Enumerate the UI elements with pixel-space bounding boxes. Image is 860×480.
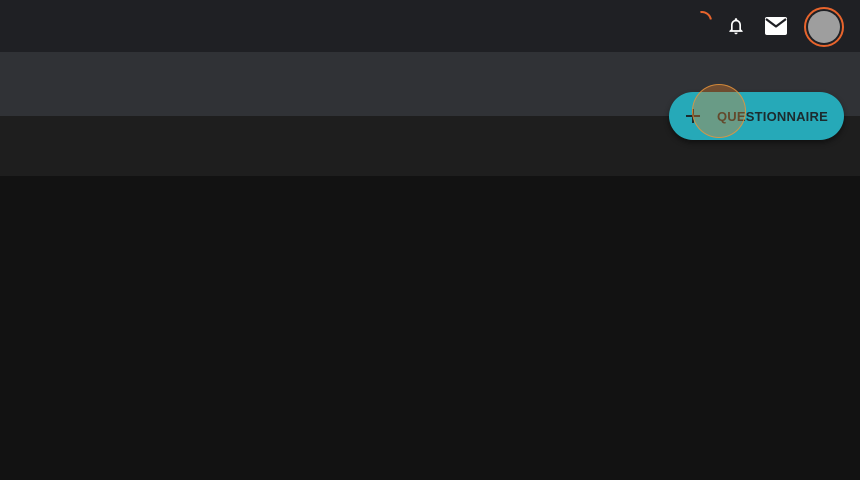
loading-spinner-icon [688,7,716,35]
plus-icon [683,106,703,126]
top-app-bar [0,0,860,52]
bell-icon [729,18,743,35]
avatar [808,11,840,43]
messages-button[interactable] [764,14,788,38]
user-avatar-button[interactable] [804,7,844,47]
add-questionnaire-button[interactable]: QUESTIONNAIRE [669,92,844,140]
fab-label: QUESTIONNAIRE [717,108,828,124]
mail-icon [765,17,787,35]
notifications-button[interactable] [724,14,748,38]
